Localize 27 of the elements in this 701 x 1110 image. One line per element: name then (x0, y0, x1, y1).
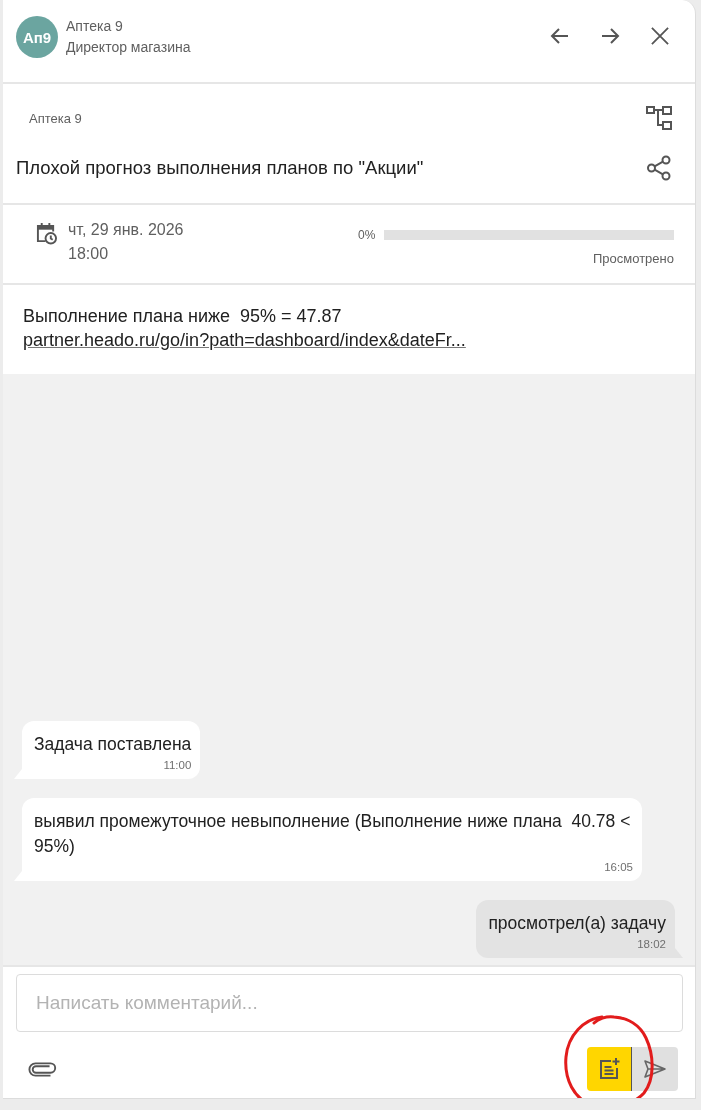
task-description: Выполнение плана ниже 95% = 47.87 partner.heado.ru/go/in?path=dashboard/index&dateFr... (23, 305, 467, 352)
add-note-button[interactable] (587, 1047, 632, 1091)
close-icon[interactable] (651, 27, 669, 45)
comment-field[interactable]: Написать комментарий... (16, 974, 683, 1032)
due-date: чт, 29 янв. 2026 (68, 221, 184, 239)
note-plus-icon (597, 1057, 621, 1081)
message-time: 18:02 (637, 938, 666, 950)
paperclip-icon[interactable] (28, 1061, 58, 1077)
store-label: Аптека 9 (29, 110, 82, 126)
share-icon[interactable] (646, 155, 672, 181)
store-name: Аптека 9 (66, 17, 123, 34)
dashboard-link[interactable]: partner.heado.ru/go/in?path=dashboard/index&dateFr... (23, 330, 466, 350)
message-text: выявил промежуточное невыполнение (Выполнение ниже плана 40.78 < 95%) (34, 810, 632, 858)
progress-label: Просмотрено (593, 251, 674, 266)
due-time: 18:00 (68, 245, 109, 263)
message-text: Задача поставлена (34, 733, 192, 756)
message-text: просмотрел(а) задачу (488, 912, 666, 935)
user-role: Директор магазина (66, 38, 191, 55)
avatar: Ап9 (16, 16, 58, 58)
send-button[interactable] (632, 1047, 678, 1091)
task-title: Плохой прогноз выполнения планов по "Акции" (16, 157, 424, 179)
message-time: 11:00 (163, 759, 192, 771)
calendar-clock-icon (36, 222, 57, 245)
progress-percent: 0% (358, 228, 376, 242)
message-time: 16:05 (604, 861, 633, 873)
send-icon (643, 1057, 667, 1081)
hierarchy-icon[interactable] (646, 105, 672, 131)
